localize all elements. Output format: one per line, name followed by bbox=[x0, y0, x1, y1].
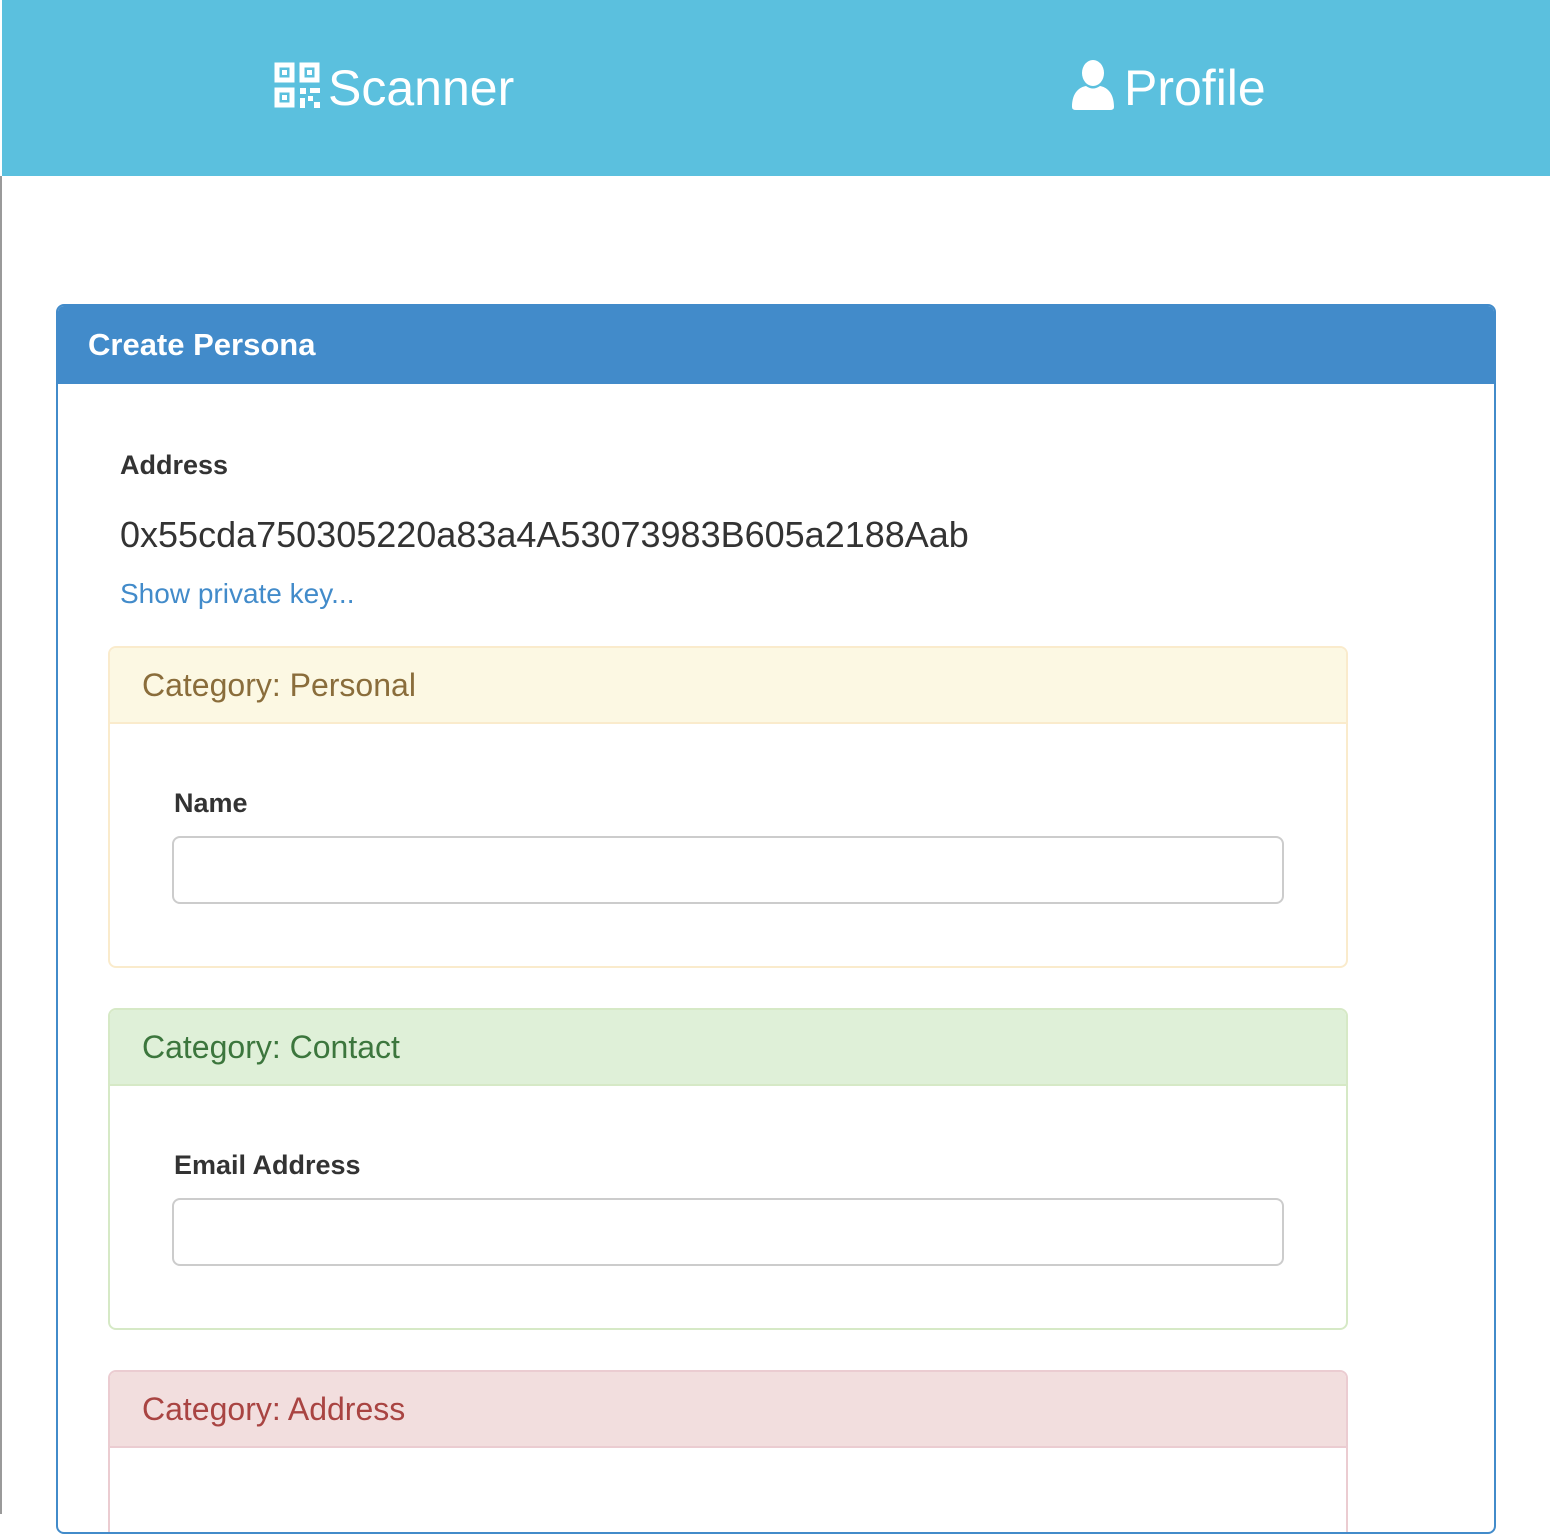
category-personal-panel: Category: Personal Name bbox=[108, 646, 1348, 968]
email-input[interactable] bbox=[172, 1198, 1284, 1266]
category-address-title: Category: Address bbox=[110, 1372, 1346, 1448]
window-edge bbox=[0, 176, 2, 1514]
nav-scanner-label: Scanner bbox=[328, 60, 515, 116]
category-address-panel: Category: Address bbox=[108, 1370, 1348, 1532]
top-navbar: Scanner Profile bbox=[2, 0, 1550, 176]
category-personal-title: Category: Personal bbox=[110, 648, 1346, 724]
create-persona-panel: Create Persona Address 0x55cda750305220a… bbox=[56, 304, 1496, 1534]
address-label: Address bbox=[120, 450, 229, 480]
category-contact-panel: Category: Contact Email Address bbox=[108, 1008, 1348, 1330]
address-value: 0x55cda750305220a83a4A53073983B605a2188A… bbox=[120, 514, 969, 555]
show-private-key-link[interactable]: Show private key... bbox=[120, 578, 354, 610]
name-input[interactable] bbox=[172, 836, 1284, 904]
user-icon bbox=[1072, 60, 1114, 110]
nav-profile-link[interactable]: Profile bbox=[1072, 0, 1266, 176]
nav-profile-label: Profile bbox=[1124, 60, 1266, 116]
email-label: Email Address bbox=[174, 1150, 361, 1180]
qrcode-icon bbox=[274, 62, 320, 108]
nav-scanner-link[interactable]: Scanner bbox=[274, 0, 514, 176]
name-label: Name bbox=[174, 788, 248, 818]
panel-title: Create Persona bbox=[58, 306, 1494, 384]
category-contact-title: Category: Contact bbox=[110, 1010, 1346, 1086]
